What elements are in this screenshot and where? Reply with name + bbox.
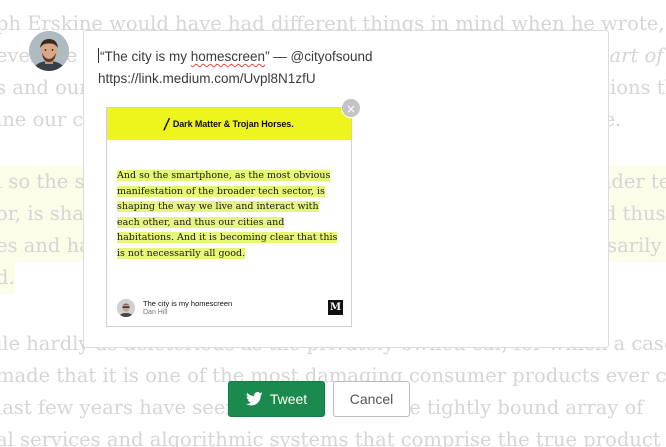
tweet-button[interactable]: Tweet [228,381,325,417]
publication-logo-icon: / [163,115,172,133]
text-caret [98,48,99,63]
card-footer: The city is my homescreen Dan Hill M [117,298,343,320]
tweet-misspelled-word: homescreen [190,49,266,64]
story-title: The city is my homescreen [143,299,233,308]
medium-logo-icon: M [328,300,343,315]
background-text-line: al services and algorithmic systems that… [0,428,666,447]
tweet-attribution: ” — @cityofsound [265,49,373,64]
highlighted-quote: And so the smartphone, as the most obvio… [117,168,343,261]
tweet-textarea[interactable]: “The city is my homescreen” — @cityofsou… [98,46,588,90]
card-header: / Dark Matter & Trojan Horses. [107,108,351,140]
user-avatar [29,31,69,71]
quote-text: And so the smartphone, as the most obvio… [117,170,338,259]
remove-image-button[interactable]: × [341,98,361,118]
tweet-quote-start: “The city is my [100,49,191,64]
twitter-bird-icon [245,392,263,406]
cancel-button-label: Cancel [349,391,394,407]
tweet-button-label: Tweet [269,391,308,407]
author-avatar [117,299,135,317]
quote-image-card: / Dark Matter & Trojan Horses. And so th… [106,107,352,327]
tweet-link: https://link.medium.com/Uvpl8N1zfU [98,71,316,86]
close-icon: × [345,102,357,116]
background-text-line: last few years have seen [0,396,238,419]
background-text-line: d. [0,262,15,294]
tweet-composer: “The city is my homescreen” — @cityofsou… [83,30,609,348]
author-name: Dan Hill [143,309,168,316]
cancel-button[interactable]: Cancel [333,381,410,417]
publication-name: Dark Matter & Trojan Horses. [172,119,294,129]
tweet-text-line: “The city is my homescreen” — @cityofsou… [98,46,588,68]
